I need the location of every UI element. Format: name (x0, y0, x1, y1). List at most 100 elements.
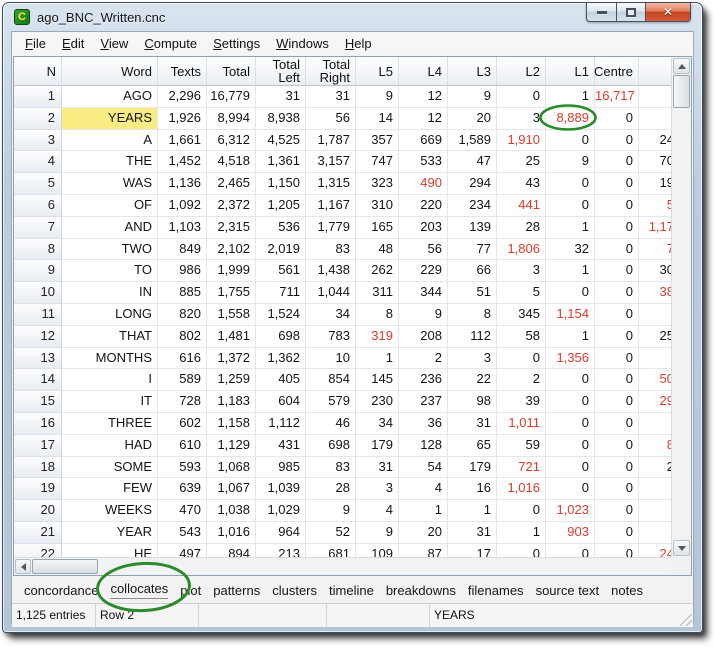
value-cell[interactable]: 0 (546, 413, 595, 435)
value-cell[interactable]: 323 (356, 173, 399, 195)
value-cell[interactable]: 0 (546, 369, 595, 391)
value-cell[interactable]: 3 (497, 108, 546, 130)
value-cell[interactable]: 593 (158, 457, 207, 479)
value-cell[interactable]: 0 (546, 173, 595, 195)
value-cell[interactable]: 441 (497, 195, 546, 217)
value-cell[interactable]: 1,092 (158, 195, 207, 217)
value-cell[interactable]: 1,112 (256, 413, 306, 435)
word-cell[interactable]: TWO (62, 239, 158, 261)
horizontal-scrollbar[interactable] (14, 557, 691, 575)
word-cell[interactable]: THE (62, 151, 158, 173)
column-header-total-left[interactable]: TotalLeft (256, 57, 306, 86)
value-cell[interactable]: 1,481 (207, 326, 256, 348)
value-cell[interactable]: 20 (399, 522, 448, 544)
table-row[interactable]: 2YEARS1,9268,9948,9385614122038,8890 (14, 108, 671, 130)
value-cell[interactable]: 1,361 (256, 151, 306, 173)
value-cell[interactable]: 1,806 (497, 239, 546, 261)
table-row[interactable]: 10IN8851,7557111,0443113445150038 (14, 282, 671, 304)
value-cell[interactable]: 31 (306, 86, 356, 108)
value-cell[interactable]: 0 (595, 522, 639, 544)
tab-filenames[interactable]: filenames (462, 583, 530, 598)
value-cell[interactable]: 0 (595, 348, 639, 370)
value-cell[interactable]: 28 (306, 478, 356, 500)
tab-breakdowns[interactable]: breakdowns (380, 583, 462, 598)
value-cell[interactable]: 0 (595, 195, 639, 217)
tab-plot[interactable]: plot (174, 583, 207, 598)
value-cell[interactable]: 8 (448, 304, 497, 326)
value-cell[interactable]: 0 (595, 108, 639, 130)
table-row[interactable]: 5WAS1,1362,4651,1501,315323490294430019 (14, 173, 671, 195)
maximize-button[interactable] (617, 3, 646, 22)
menu-windows[interactable]: Windows (268, 33, 337, 54)
value-cell[interactable]: 1,150 (256, 173, 306, 195)
menu-help[interactable]: Help (337, 33, 380, 54)
value-cell[interactable]: 7 (639, 239, 671, 261)
value-cell[interactable]: 0 (595, 544, 639, 557)
titlebar[interactable]: C ago_BNC_Written.cnc ✕ (3, 3, 702, 31)
value-cell[interactable]: 0 (595, 478, 639, 500)
value-cell[interactable]: 1,154 (546, 304, 595, 326)
value-cell[interactable]: 54 (399, 457, 448, 479)
value-cell[interactable]: 38 (639, 282, 671, 304)
table-row[interactable]: 17HAD6101,1294316981791286559008 (14, 435, 671, 457)
value-cell[interactable]: 1,029 (256, 500, 306, 522)
value-cell[interactable]: 139 (448, 217, 497, 239)
table-row[interactable]: 18SOME5931,068985833154179721002 (14, 457, 671, 479)
word-cell[interactable]: IN (62, 282, 158, 304)
value-cell[interactable]: 0 (497, 544, 546, 557)
value-cell[interactable]: 669 (399, 130, 448, 152)
value-cell[interactable]: 31 (356, 457, 399, 479)
value-cell[interactable]: 1,158 (207, 413, 256, 435)
vertical-scrollbar[interactable] (671, 57, 691, 557)
value-cell[interactable]: 1,787 (306, 130, 356, 152)
value-cell[interactable]: 3 (448, 348, 497, 370)
value-cell[interactable]: 4,525 (256, 130, 306, 152)
value-cell[interactable]: 0 (497, 348, 546, 370)
value-cell[interactable]: 783 (306, 326, 356, 348)
value-cell[interactable]: 711 (256, 282, 306, 304)
tab-collocates[interactable]: collocates (104, 581, 174, 599)
value-cell[interactable]: 0 (595, 435, 639, 457)
value-cell[interactable]: 165 (356, 217, 399, 239)
value-cell[interactable]: 470 (158, 500, 207, 522)
value-cell[interactable]: 208 (399, 326, 448, 348)
value-cell[interactable]: 25 (497, 151, 546, 173)
value-cell[interactable]: 34 (356, 413, 399, 435)
value-cell[interactable]: 1,136 (158, 173, 207, 195)
column-header-n[interactable]: N (14, 57, 62, 86)
value-cell[interactable]: 8,994 (207, 108, 256, 130)
value-cell[interactable]: 30 (639, 260, 671, 282)
value-cell[interactable]: 0 (595, 369, 639, 391)
value-cell[interactable]: 1,524 (256, 304, 306, 326)
value-cell[interactable]: 22 (448, 369, 497, 391)
value-cell[interactable]: 8 (639, 435, 671, 457)
value-cell[interactable]: 986 (158, 260, 207, 282)
value-cell[interactable] (639, 108, 671, 130)
scroll-up-button[interactable] (673, 58, 690, 74)
tab-patterns[interactable]: patterns (207, 583, 266, 598)
value-cell[interactable]: 31 (448, 522, 497, 544)
close-button[interactable]: ✕ (646, 3, 691, 22)
value-cell[interactable]: 87 (399, 544, 448, 557)
value-cell[interactable]: 2 (639, 457, 671, 479)
horizontal-scroll-thumb[interactable] (32, 559, 98, 574)
value-cell[interactable]: 0 (595, 217, 639, 239)
value-cell[interactable]: 0 (497, 86, 546, 108)
value-cell[interactable]: 405 (256, 369, 306, 391)
word-cell[interactable]: YEAR (62, 522, 158, 544)
table-row[interactable]: 22HE497894213681109871700024 (14, 544, 671, 557)
value-cell[interactable]: 1,103 (158, 217, 207, 239)
value-cell[interactable]: 16 (448, 478, 497, 500)
value-cell[interactable]: 0 (595, 282, 639, 304)
value-cell[interactable]: 2,102 (207, 239, 256, 261)
word-cell[interactable]: LONG (62, 304, 158, 326)
value-cell[interactable]: 698 (306, 435, 356, 457)
value-cell[interactable]: 0 (595, 130, 639, 152)
value-cell[interactable]: 56 (306, 108, 356, 130)
value-cell[interactable] (639, 413, 671, 435)
value-cell[interactable]: 849 (158, 239, 207, 261)
table-row[interactable]: 8TWO8492,1022,019834856771,8063207 (14, 239, 671, 261)
value-cell[interactable]: 1 (546, 326, 595, 348)
value-cell[interactable]: 43 (497, 173, 546, 195)
value-cell[interactable]: 681 (306, 544, 356, 557)
